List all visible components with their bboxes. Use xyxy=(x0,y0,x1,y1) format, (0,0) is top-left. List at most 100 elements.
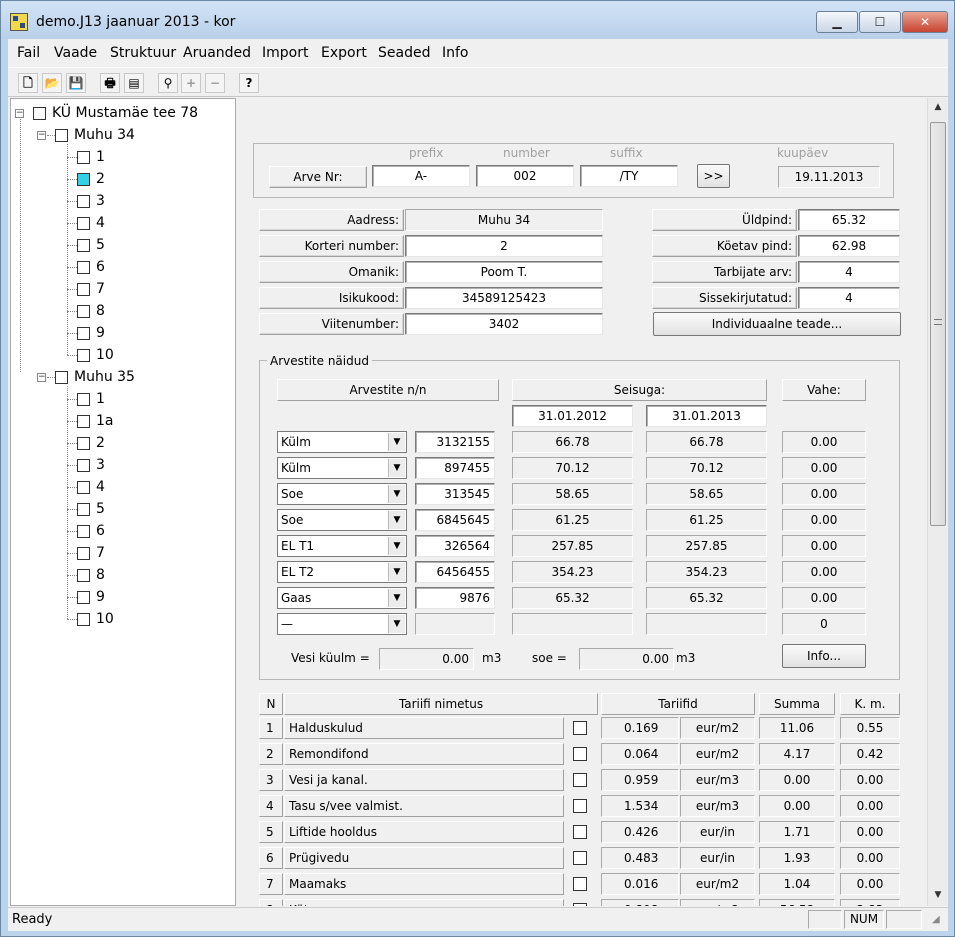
owner-input[interactable]: Poom T. xyxy=(405,261,603,283)
save-icon[interactable]: 💾 xyxy=(66,73,86,93)
menu-struktuur[interactable]: Struktuur xyxy=(110,45,176,61)
chevron-down-icon[interactable]: ▼ xyxy=(388,563,405,581)
tree-item[interactable]: 8 xyxy=(77,302,105,320)
tree-item[interactable]: 9 xyxy=(77,324,105,342)
tree-item[interactable]: 10 xyxy=(77,346,114,364)
meter-type-select[interactable]: EL T2 ▼ xyxy=(277,561,407,583)
menu-info[interactable]: Info xyxy=(442,45,469,61)
checkbox-icon[interactable] xyxy=(77,612,90,626)
minimize-button[interactable]: ▁ xyxy=(816,11,858,33)
meter-reading-1[interactable] xyxy=(512,613,633,635)
meter-type-select[interactable]: Külm ▼ xyxy=(277,457,407,479)
checkbox-icon[interactable] xyxy=(77,348,90,362)
checkbox-icon[interactable] xyxy=(77,392,90,406)
scroll-up-icon[interactable]: ▲ xyxy=(928,98,948,116)
chevron-down-icon[interactable]: ▼ xyxy=(388,615,405,633)
meter-type-select[interactable]: Soe ▼ xyxy=(277,509,407,531)
find-icon[interactable]: ⚲ xyxy=(158,73,178,93)
tree-group-1[interactable]: Muhu 35 xyxy=(55,368,135,386)
add-icon[interactable]: + xyxy=(181,73,201,93)
checkbox-icon[interactable] xyxy=(77,282,90,296)
individual-notice-button[interactable]: Individuaalne teade... xyxy=(653,312,901,336)
menu-export[interactable]: Export xyxy=(321,45,367,61)
meter-reading-1[interactable]: 65.32 xyxy=(512,587,633,609)
checkbox-icon[interactable] xyxy=(77,172,90,186)
tree-item[interactable]: 4 xyxy=(77,214,105,232)
tree-item[interactable]: 1 xyxy=(77,390,105,408)
tree-item[interactable]: 2 xyxy=(77,170,105,188)
reading-date-1-input[interactable]: 31.01.2012 xyxy=(512,405,633,427)
chevron-down-icon[interactable]: ▼ xyxy=(388,459,405,477)
chevron-down-icon[interactable]: ▼ xyxy=(388,433,405,451)
collapse-icon[interactable]: − xyxy=(37,131,46,140)
open-icon[interactable]: 📂 xyxy=(42,73,62,93)
tree-item[interactable]: 7 xyxy=(77,280,105,298)
menu-fail[interactable]: Fail xyxy=(17,45,40,61)
meter-serial-input[interactable]: 897455 xyxy=(415,457,495,479)
meter-reading-1[interactable]: 257.85 xyxy=(512,535,633,557)
reading-date-2-input[interactable]: 31.01.2013 xyxy=(646,405,767,427)
meter-serial-input[interactable]: 3132155 xyxy=(415,431,495,453)
tariff-checkbox[interactable] xyxy=(573,799,587,813)
checkbox-icon[interactable] xyxy=(77,502,90,516)
next-invoice-button[interactable]: >> xyxy=(697,164,730,188)
close-button[interactable]: ✕ xyxy=(902,11,948,33)
idcode-input[interactable]: 34589125423 xyxy=(405,287,603,309)
meter-reading-1[interactable]: 58.65 xyxy=(512,483,633,505)
maximize-button[interactable]: ☐ xyxy=(859,11,901,33)
meter-reading-2[interactable] xyxy=(646,613,767,635)
menu-aruanded[interactable]: Aruanded xyxy=(183,45,251,61)
checkbox-icon[interactable] xyxy=(77,216,90,230)
tree-item[interactable]: 8 xyxy=(77,566,105,584)
tariff-checkbox[interactable] xyxy=(573,825,587,839)
tree-item[interactable]: 10 xyxy=(77,610,114,628)
tariff-checkbox[interactable] xyxy=(573,851,587,865)
tariff-checkbox[interactable] xyxy=(573,903,587,906)
meter-reading-2[interactable]: 61.25 xyxy=(646,509,767,531)
meter-type-select[interactable]: Gaas ▼ xyxy=(277,587,407,609)
collapse-icon[interactable]: − xyxy=(15,109,24,118)
checkbox-icon[interactable] xyxy=(55,128,68,142)
tree-item[interactable]: 7 xyxy=(77,544,105,562)
tariff-checkbox[interactable] xyxy=(573,877,587,891)
meter-reading-2[interactable]: 257.85 xyxy=(646,535,767,557)
meter-reading-1[interactable]: 61.25 xyxy=(512,509,633,531)
checkbox-icon[interactable] xyxy=(77,194,90,208)
consumers-input[interactable]: 4 xyxy=(798,261,900,283)
checkbox-icon[interactable] xyxy=(77,546,90,560)
checkbox-icon[interactable] xyxy=(77,238,90,252)
checkbox-icon[interactable] xyxy=(77,304,90,318)
checkbox-icon[interactable] xyxy=(77,436,90,450)
checkbox-icon[interactable] xyxy=(77,326,90,340)
chevron-down-icon[interactable]: ▼ xyxy=(388,511,405,529)
chevron-down-icon[interactable]: ▼ xyxy=(388,485,405,503)
meters-info-button[interactable]: Info... xyxy=(782,644,866,668)
collapse-icon[interactable]: − xyxy=(37,373,46,382)
checkbox-icon[interactable] xyxy=(77,150,90,164)
help-icon[interactable]: ? xyxy=(239,73,259,93)
number-input[interactable]: 002 xyxy=(476,165,574,187)
tariff-checkbox[interactable] xyxy=(573,773,587,787)
tree-item[interactable]: 5 xyxy=(77,236,105,254)
title-bar[interactable]: demo.J13 jaanuar 2013 - kor ▁ ☐ ✕ xyxy=(1,1,954,39)
checkbox-icon[interactable] xyxy=(77,524,90,538)
resize-grip-icon[interactable]: ◢ xyxy=(932,914,940,925)
structure-tree[interactable]: − KÜ Mustamäe tee 78 − Muhu 34 1 2 3 4 5 6 7 8 9 10 − M… xyxy=(10,98,236,906)
total-area-input[interactable]: 65.32 xyxy=(798,209,900,231)
menu-vaade[interactable]: Vaade xyxy=(54,45,97,61)
meter-reading-2[interactable]: 58.65 xyxy=(646,483,767,505)
meter-type-select[interactable]: Külm ▼ xyxy=(277,431,407,453)
meter-reading-1[interactable]: 354.23 xyxy=(512,561,633,583)
checkbox-icon[interactable] xyxy=(77,414,90,428)
meter-serial-input[interactable]: 313545 xyxy=(415,483,495,505)
meter-serial-input[interactable] xyxy=(415,613,495,635)
meter-reading-1[interactable]: 70.12 xyxy=(512,457,633,479)
print-icon[interactable]: 🖶 xyxy=(100,73,120,93)
meter-serial-input[interactable]: 9876 xyxy=(415,587,495,609)
meter-serial-input[interactable]: 326564 xyxy=(415,535,495,557)
checkbox-icon[interactable] xyxy=(33,106,46,120)
new-icon[interactable]: 🗋 xyxy=(18,73,38,93)
meter-reading-2[interactable]: 70.12 xyxy=(646,457,767,479)
tariff-checkbox[interactable] xyxy=(573,721,587,735)
meter-serial-input[interactable]: 6456455 xyxy=(415,561,495,583)
